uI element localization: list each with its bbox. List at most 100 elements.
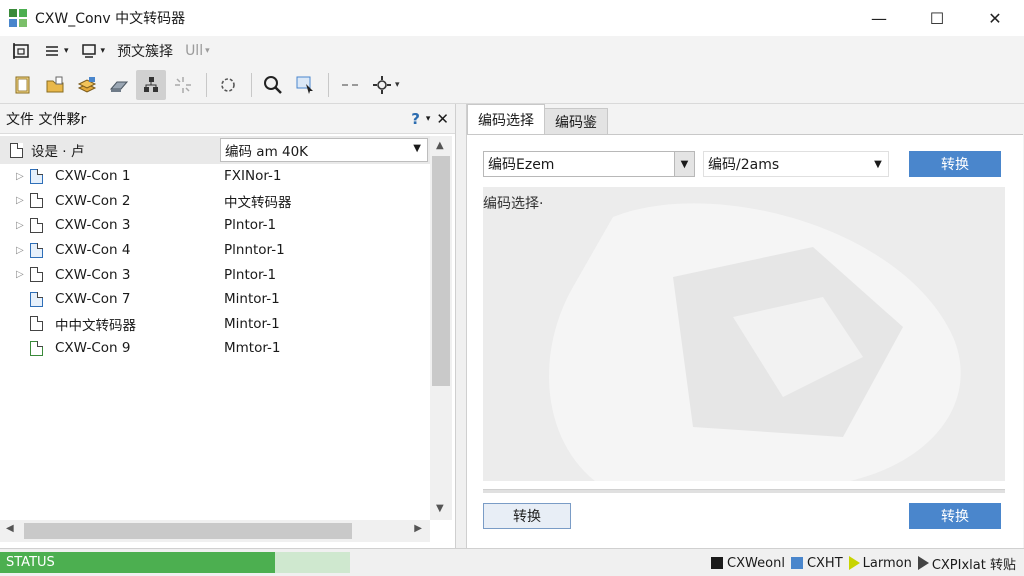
document-icon [30,291,43,307]
vertical-scrollbar[interactable]: ▲ ▼ [430,136,452,520]
tree-icon [144,76,158,92]
tree-row-value: Mintor-1 [224,315,280,332]
window-controls: — ☐ ✕ [850,0,1024,36]
status-item: CXHT [790,555,843,571]
scroll-down-icon[interactable]: ▼ [436,503,444,514]
minimize-button[interactable]: — [850,0,908,36]
tree-row[interactable]: ▷ CXW-Con 1 FXINor-1 [0,164,430,189]
tree-row-name: 中中文转码器 [55,317,136,334]
gear-outline-icon [221,77,235,92]
tree-row-name: CXW-Con 9 [55,340,131,357]
chevron-down-icon[interactable]: ▾ [395,80,400,90]
monitor-icon [81,44,96,58]
tab-encoding-detect[interactable]: 编码鉴 [544,108,608,134]
horizontal-scrollbar[interactable]: ◀ ▶ [0,520,430,542]
chevron-down-icon: ▼ [674,152,694,176]
toolbar: ▾ [0,66,1024,104]
triangle-marker-icon [848,556,860,570]
toolbar-separator [251,72,252,97]
tab-strip: 编码选择 编码鉴 [467,104,608,134]
square-marker-icon [790,557,803,569]
select-button[interactable] [290,70,320,100]
tab-encoding-select[interactable]: 编码选择 [467,104,545,134]
scroll-thumb[interactable] [432,156,450,386]
expand-arrow-icon[interactable]: ▷ [16,195,30,206]
maximize-button[interactable]: ☐ [908,0,966,36]
expand-arrow-icon[interactable]: ▷ [16,269,30,280]
gear-outline-button[interactable] [213,70,243,100]
status-item-label: CXPIxlat 转贴 [931,557,1016,573]
square-marker-icon [711,557,724,569]
search-button[interactable] [258,70,288,100]
expand-arrow-icon[interactable]: ▷ [16,220,30,231]
expand-arrow-icon[interactable]: ▷ [16,245,30,256]
tree-row-value: FXINor-1 [224,168,282,185]
conversion-pane: 编码选择 编码鉴 编码Ezem ▼ 编码/2ams ▼ 转换 编码选择· 转换 … [466,104,1024,548]
tree-row-value: Plntor-1 [224,217,277,234]
document-icon [30,217,43,233]
help-icon[interactable]: ? [411,110,420,128]
tree-header-name: 设是 · 卢 [31,144,85,160]
spark-button[interactable] [168,70,198,100]
menu-ull-label: Ull [185,43,204,59]
tab-body: 编码Ezem ▼ 编码/2ams ▼ 转换 编码选择· 转换 转换 [467,134,1023,548]
app-logo-icon [9,9,27,27]
chevron-down-icon[interactable]: ▾ [426,114,431,124]
scroll-left-icon[interactable]: ◀ [6,523,14,534]
preview-area: 编码选择· [483,187,1005,481]
search-icon [264,75,282,94]
status-items: CXWeonl CXHT Larmon CXPIxlat 转贴 [711,552,1016,574]
source-encoding-select[interactable]: 编码Ezem ▼ [483,151,695,177]
new-file-button[interactable] [8,70,38,100]
tree-row-value: Mintor-1 [224,291,280,308]
convert-button-right[interactable]: 转换 [909,503,1001,529]
tree-row[interactable]: ▷ CXW-Con 2 中文转码器 [0,189,430,214]
tree-row-value: 中文转码器 [224,194,292,211]
chevron-down-icon: ▾ [100,46,106,56]
watermark-logo [549,203,961,481]
tree-button[interactable] [136,69,166,100]
settings-button[interactable] [367,70,397,100]
list-icon [46,46,58,56]
menu-monitor[interactable]: ▾ [75,38,112,64]
status-text: STATUS [6,555,55,570]
tree-row[interactable]: ▷ CXW-Con 4 Plnntor-1 [0,238,430,263]
tree-row[interactable]: CXW-Con 7 Mintor-1 [0,287,430,312]
encoding-combo[interactable]: 编码 am 40K ▼ [220,138,428,162]
encoding-combo-value: 编码 am 40K [225,144,309,160]
eraser-icon [109,81,129,92]
tree-row[interactable]: ▷ CXW-Con 3 Plntor-1 [0,262,430,287]
scroll-right-icon[interactable]: ▶ [414,523,422,534]
scroll-thumb[interactable] [24,523,352,539]
dash-button[interactable] [335,70,365,100]
target-encoding-select[interactable]: 编码/2ams ▼ [703,151,889,177]
convert-button-left[interactable]: 转换 [483,503,571,529]
tree-row-name: CXW-Con 3 [55,217,131,234]
tree-row[interactable]: CXW-Con 9 Mmtor-1 [0,336,430,361]
target-encoding-value: 编码/2ams [708,157,780,173]
dash-icon [342,83,358,86]
tree-row[interactable]: 中中文转码器 Mintor-1 [0,312,430,337]
eraser-button[interactable] [104,70,134,100]
chevron-down-icon: ▾ [64,46,69,56]
menu-list[interactable]: ▾ [38,38,75,64]
scroll-up-icon[interactable]: ▲ [436,140,444,151]
tree-row[interactable]: ▷ CXW-Con 3 Plntor-1 [0,213,430,238]
pane-close-button[interactable]: ✕ [436,110,449,128]
title-bar: CXW_Conv 中文转码器 — ☐ ✕ [0,0,1024,36]
menu-ull[interactable]: Ull ▾ [179,38,216,64]
document-icon [30,242,43,258]
layers-button[interactable] [72,70,102,100]
convert-button-top[interactable]: 转换 [909,151,1001,177]
menu-open-panel[interactable] [6,38,38,64]
document-icon [30,267,43,283]
status-item-label: CXHT [806,555,843,571]
close-button[interactable]: ✕ [966,0,1024,36]
open-folder-icon [46,76,64,92]
open-folder-button[interactable] [40,70,70,100]
triangle-marker-icon [917,556,929,570]
expand-arrow-icon[interactable]: ▷ [16,171,30,182]
tree-header-row[interactable]: 设是 · 卢 编码 am 40K ▼ [0,136,430,164]
menu-bar: ▾ ▾ 预文簇择 Ull ▾ [0,36,1024,66]
menu-preview-select[interactable]: 预文簇择 [111,38,179,64]
